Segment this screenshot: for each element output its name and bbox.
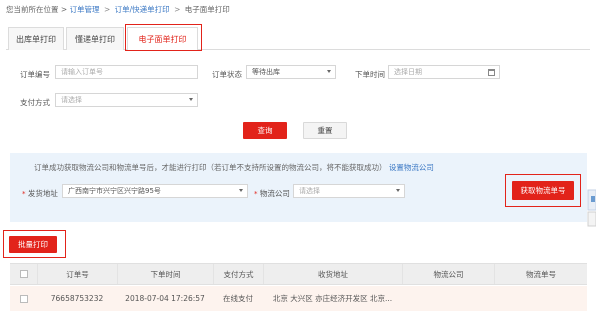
cell-order-no: 76658753232 <box>50 294 104 303</box>
header-logistics-company: 物流公司 <box>402 264 494 284</box>
breadcrumb-prefix: 您当前所在位置 > <box>6 5 68 14</box>
cell-logistics-company <box>402 286 494 311</box>
chevron-down-icon <box>327 70 331 73</box>
row-select-cell <box>10 286 37 311</box>
cell-payment: 在线支付 <box>223 294 253 303</box>
chevron-down-icon <box>189 98 193 101</box>
order-status-value: 等待出库 <box>252 68 280 76</box>
cell-address: 北京 大兴区 亦庄经济开发区 北京... <box>272 294 393 303</box>
order-no-input[interactable]: 请输入订单号 <box>55 65 198 79</box>
breadcrumb-separator: > <box>103 5 111 14</box>
breadcrumb-separator: > <box>174 5 181 14</box>
table-header: 订单号 下单时间 支付方式 收货地址 物流公司 物流单号 <box>10 263 587 285</box>
side-float-icon <box>587 189 596 227</box>
select-all-checkbox[interactable] <box>19 270 28 278</box>
row-checkbox[interactable] <box>19 294 28 303</box>
header-order-time: 下单时间 <box>117 264 213 284</box>
breadcrumb-print[interactable]: 订单/快递单打印 <box>115 5 170 14</box>
notice-text: 订单成功获取物流公司和物流单号后，才能进行打印（若订单不支持所设置的物流公司，将… <box>34 162 434 173</box>
header-tracking-no: 物流单号 <box>494 264 587 284</box>
reset-button[interactable]: 重置 <box>303 122 347 139</box>
tab-highlight-box <box>125 24 202 51</box>
order-status-select[interactable]: 等待出库 <box>246 65 336 79</box>
side-float-widget[interactable] <box>586 188 596 228</box>
header-address: 收货地址 <box>263 264 402 284</box>
cell-order-time: 2018-07-04 17:26:57 <box>125 294 205 303</box>
order-time-placeholder: 选择日期 <box>394 68 422 76</box>
chevron-down-icon <box>396 189 400 192</box>
logistics-select[interactable]: 请选择 <box>293 184 405 198</box>
notice-message: 订单成功获取物流公司和物流单号后，才能进行打印（若订单不支持所设置的物流公司，将… <box>34 163 387 172</box>
logistics-label-text: 物流公司 <box>259 189 290 198</box>
ship-address-label-text: 发货地址 <box>27 189 58 198</box>
calendar-icon <box>488 69 495 76</box>
tab-outbound-print[interactable]: 出库单打印 <box>8 27 64 50</box>
ship-address-label: * 发货地址 <box>22 188 58 199</box>
required-mark: * <box>254 190 258 198</box>
breadcrumb: 您当前所在位置 > 订单管理 > 订单/快递单打印 > 电子面单打印 <box>6 4 230 15</box>
batch-print-button[interactable]: 批量打印 <box>9 236 57 253</box>
query-button[interactable]: 查询 <box>243 122 287 139</box>
payment-select[interactable]: 请选择 <box>55 93 198 107</box>
logistics-label: * 物流公司 <box>254 188 290 199</box>
table-row[interactable]: 76658753232 2018-07-04 17:26:57 在线支付 北京 … <box>10 286 587 311</box>
ship-address-select[interactable]: 广西南宁市兴宁区兴宁路95号 <box>62 184 248 198</box>
ship-address-value: 广西南宁市兴宁区兴宁路95号 <box>68 187 161 195</box>
select-all-cell <box>10 264 37 284</box>
required-mark: * <box>22 190 26 198</box>
tab-delivery-print[interactable]: 懂递单打印 <box>66 27 124 50</box>
order-status-label: 订单状态 <box>212 70 242 79</box>
cell-tracking-no <box>494 286 587 311</box>
order-time-input[interactable]: 选择日期 <box>388 65 500 79</box>
payment-label: 支付方式 <box>20 98 50 107</box>
order-no-label: 订单编号 <box>20 70 50 79</box>
breadcrumb-order-management[interactable]: 订单管理 <box>70 5 100 14</box>
order-time-label: 下单时间 <box>355 70 385 79</box>
breadcrumb-current: 电子面单打印 <box>184 5 230 14</box>
header-payment: 支付方式 <box>213 264 263 284</box>
set-logistics-link[interactable]: 设置物流公司 <box>389 163 434 172</box>
payment-placeholder: 请选择 <box>61 96 82 104</box>
logistics-placeholder: 请选择 <box>299 187 320 195</box>
chevron-down-icon <box>239 189 243 192</box>
header-order-no: 订单号 <box>37 264 117 284</box>
get-tracking-button[interactable]: 获取物流单号 <box>512 181 574 200</box>
